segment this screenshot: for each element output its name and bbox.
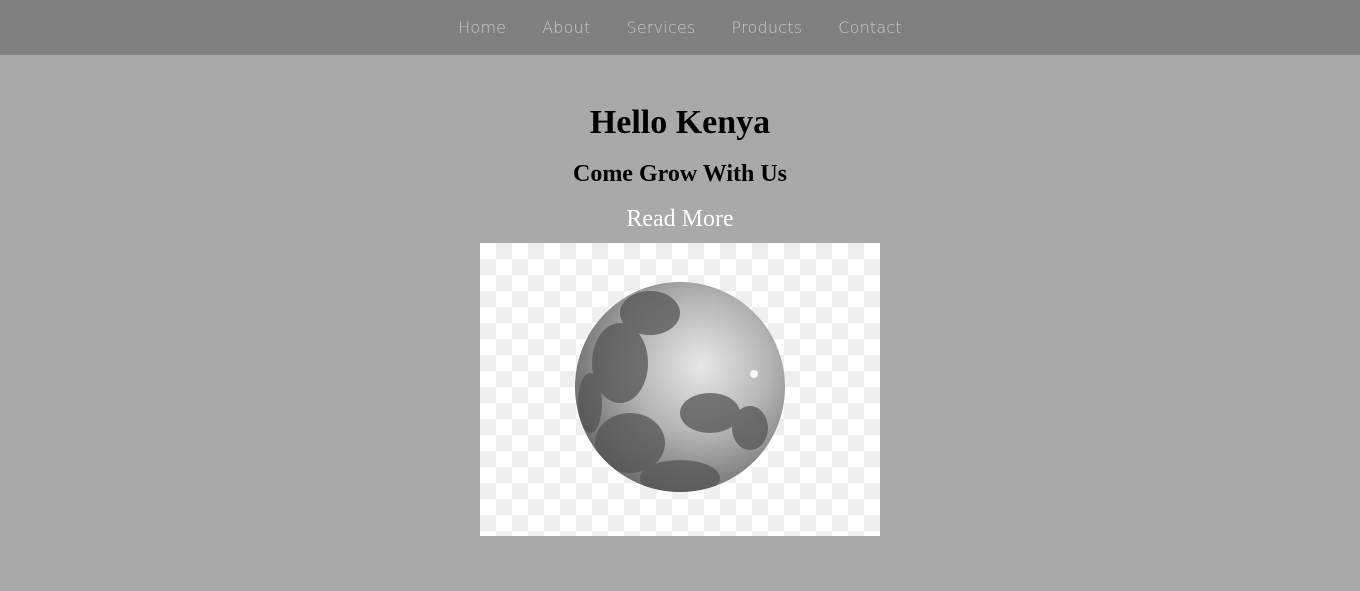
top-nav: Home About Services Products Contact: [0, 0, 1360, 55]
nav-home[interactable]: Home: [458, 18, 506, 37]
page-subtitle: Come Grow With Us: [572, 161, 787, 187]
nav-contact[interactable]: Contact: [838, 18, 902, 37]
read-more-link[interactable]: Read More: [626, 205, 733, 233]
nav-about[interactable]: About: [542, 18, 590, 37]
nav-products[interactable]: Products: [732, 18, 803, 37]
nav-services[interactable]: Services: [626, 18, 695, 37]
page-title: Hello Kenya: [589, 104, 771, 141]
moon-image: [480, 243, 880, 536]
hero-section: Hello Kenya Come Grow With Us Read More: [0, 55, 1360, 536]
